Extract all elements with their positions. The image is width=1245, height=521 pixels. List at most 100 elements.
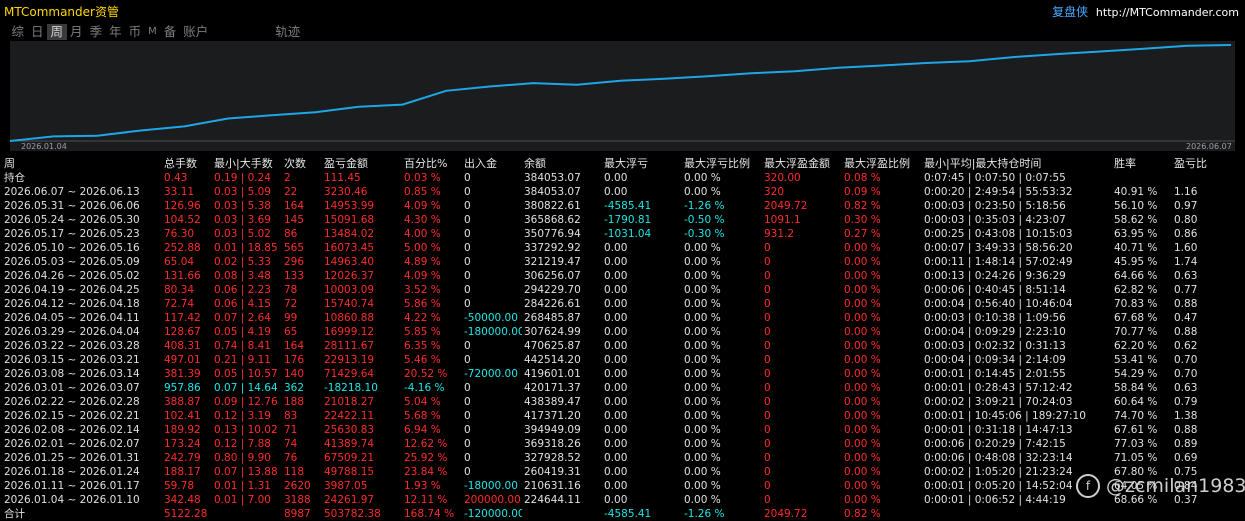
table-cell: 83 (284, 410, 298, 422)
column-header[interactable]: 胜率 (1114, 157, 1172, 171)
table-cell: 306256.07 (524, 270, 581, 282)
table-cell: 0.09 | 12.76 (214, 396, 278, 408)
table-cell: 5.68 % (404, 410, 441, 422)
table-cell: -4.16 % (404, 382, 445, 394)
tab-6[interactable]: 币 (125, 24, 145, 40)
table-row[interactable]: 持仓 0.43 0.19 | 0.24 2 111.45 0.03 % 0 384053.07… (0, 171, 1245, 185)
column-header[interactable]: 盈亏金额 (324, 157, 402, 171)
table-cell: 0.69 (1174, 452, 1198, 464)
table-row[interactable]: 2026.01.11 ~ 2026.01.17 59.78 0.01 | 1.31 2… (0, 479, 1245, 493)
column-header[interactable]: 出入金 (464, 157, 522, 171)
table-cell: 0.05 | 10.57 (214, 368, 278, 380)
table-cell: 164 (284, 340, 305, 352)
table-cell: 0:00:01 | 0:28:43 | 57:12:42 (924, 382, 1073, 394)
table-cell: 0.47 (1174, 312, 1198, 324)
table-row[interactable]: 2026.04.05 ~ 2026.04.11 117.42 0.07 | 2.64… (0, 311, 1245, 325)
table-row[interactable]: 2026.02.22 ~ 2026.02.28 388.87 0.09 | 12.7… (0, 395, 1245, 409)
table-row[interactable]: 2026.04.19 ~ 2026.04.25 80.34 0.06 | 2.23 7… (0, 283, 1245, 297)
column-header[interactable]: 最大浮亏比例 (684, 157, 762, 171)
table-cell: 0:00:02 | 3:09:21 | 70:24:03 (924, 396, 1073, 408)
table-cell: 188 (284, 396, 305, 408)
brand-url-link[interactable]: http://MTCommander.com (1096, 6, 1239, 19)
table-row[interactable]: 2026.02.15 ~ 2026.02.21 102.41 0.12 | 3.19… (0, 409, 1245, 423)
tab-1[interactable]: 日 (28, 24, 48, 40)
table-cell: 2026.04.19 ~ 2026.04.25 (4, 284, 140, 296)
table-cell: 0.00 % (684, 354, 721, 366)
tab-10[interactable]: 轨迹 (272, 24, 304, 40)
brand-name[interactable]: 复盘侠 (1052, 5, 1088, 19)
tab-3[interactable]: 月 (67, 24, 87, 40)
table-cell: 173.24 (164, 438, 201, 450)
table-cell: 0.00 % (844, 326, 881, 338)
table-cell: -1.26 % (684, 200, 725, 212)
table-cell: 117.42 (164, 312, 201, 324)
table-cell: -1.26 % (684, 508, 725, 520)
tab-4[interactable]: 季 (86, 24, 106, 40)
table-row[interactable]: 2026.05.10 ~ 2026.05.16 252.88 0.01 | 18.8… (0, 241, 1245, 255)
column-header[interactable]: 总手数 (164, 157, 210, 171)
table-row[interactable]: 2026.06.07 ~ 2026.06.13 33.11 0.03 | 5.09 2… (0, 185, 1245, 199)
table-cell: 23.84 % (404, 466, 448, 478)
column-header[interactable]: 最大浮盈比例 (844, 157, 922, 171)
column-header[interactable]: 最大浮亏 (604, 157, 682, 171)
table-cell: 0:00:04 | 0:09:29 | 2:23:10 (924, 326, 1066, 338)
column-header[interactable]: 周 (4, 157, 159, 171)
tab-0[interactable]: 综 (8, 24, 28, 40)
column-header[interactable]: 最小|大手数 (214, 157, 280, 171)
table-row[interactable]: 2026.01.04 ~ 2026.01.10 342.48 0.01 | 7.00… (0, 493, 1245, 507)
table-cell: 0 (464, 298, 471, 310)
table-row[interactable]: 2026.02.08 ~ 2026.02.14 189.92 0.13 | 10.0… (0, 423, 1245, 437)
table-row[interactable]: 2026.02.01 ~ 2026.02.07 173.24 0.12 | 7.88… (0, 437, 1245, 451)
table-cell: 25.92 % (404, 452, 448, 464)
table-cell: 320 (764, 186, 785, 198)
column-header[interactable]: 最小|平均|最大持仓时间 (924, 157, 1112, 171)
column-header[interactable]: 余额 (524, 157, 602, 171)
tab-8[interactable]: 备 (160, 24, 180, 40)
column-header[interactable]: 盈亏比 (1174, 157, 1234, 171)
table-row[interactable]: 2026.01.25 ~ 2026.01.31 242.79 0.80 | 9.90… (0, 451, 1245, 465)
tab-5[interactable]: 年 (106, 24, 126, 40)
table-row[interactable]: 2026.05.24 ~ 2026.05.30 104.52 0.03 | 3.69… (0, 213, 1245, 227)
column-header[interactable]: 百分比% (404, 157, 462, 171)
facebook-style-icon: f (1076, 474, 1100, 498)
table-cell: 0.00 % (844, 494, 881, 506)
table-cell: 71 (284, 424, 298, 436)
table-cell: 0.62 (1174, 340, 1198, 352)
table-cell: 0 (464, 270, 471, 282)
table-row[interactable]: 2026.03.22 ~ 2026.03.28 408.31 0.74 | 8.41… (0, 339, 1245, 353)
title-bar: MTCommander资管 复盘侠 http://MTCommander.com (0, 0, 1245, 20)
table-cell: 0 (764, 354, 771, 366)
table-row[interactable]: 2026.03.08 ~ 2026.03.14 381.39 0.05 | 10.5… (0, 367, 1245, 381)
table-row[interactable]: 2026.03.29 ~ 2026.04.04 128.67 0.05 | 4.19… (0, 325, 1245, 339)
total-row[interactable]: 合计 5122.28 8987 503782.38 168.74 % -120000.00… (0, 507, 1245, 521)
table-row[interactable]: 2026.05.31 ~ 2026.06.06 126.96 0.03 | 5.38… (0, 199, 1245, 213)
table-row[interactable]: 2026.05.17 ~ 2026.05.23 76.30 0.03 | 5.02 8… (0, 227, 1245, 241)
column-header[interactable]: 次数 (284, 157, 320, 171)
table-cell: 0 (464, 172, 471, 184)
table-cell: 74.70 % (1114, 410, 1158, 422)
tab-7[interactable]: M (145, 24, 161, 40)
table-cell: 369318.26 (524, 438, 581, 450)
table-row[interactable]: 2026.03.01 ~ 2026.03.07 957.86 0.07 | 14.6… (0, 381, 1245, 395)
table-cell: 321219.47 (524, 256, 581, 268)
table-cell: 0:00:06 | 0:48:08 | 32:23:14 (924, 452, 1073, 464)
table-cell: 0:00:04 | 0:56:40 | 10:46:04 (924, 298, 1073, 310)
table-cell: 0.74 | 8.41 (214, 340, 271, 352)
tab-9[interactable]: 账户 (180, 24, 212, 40)
table-cell: 4.09 % (404, 200, 441, 212)
table-cell: 12.62 % (404, 438, 448, 450)
table-row[interactable]: 2026.05.03 ~ 2026.05.09 65.04 0.02 | 5.33 2… (0, 255, 1245, 269)
table-row[interactable]: 2026.04.12 ~ 2026.04.18 72.74 0.06 | 4.15 7… (0, 297, 1245, 311)
column-header[interactable]: 最大浮盈金额 (764, 157, 842, 171)
table-row[interactable]: 2026.04.26 ~ 2026.05.02 131.66 0.08 | 3.48… (0, 269, 1245, 283)
table-cell: 131.66 (164, 270, 201, 282)
table-cell: 381.39 (164, 368, 201, 380)
table-cell: 67.61 % (1114, 424, 1158, 436)
table-row[interactable]: 2026.03.15 ~ 2026.03.21 497.01 0.21 | 9.11… (0, 353, 1245, 367)
table-cell: 0:00:25 | 0:43:08 | 10:15:03 (924, 228, 1073, 240)
table-cell: 0:00:01 | 0:14:45 | 2:01:55 (924, 368, 1066, 380)
tab-2[interactable]: 周 (47, 24, 67, 40)
table-row[interactable]: 2026.01.18 ~ 2026.01.24 188.17 0.07 | 13.8… (0, 465, 1245, 479)
table-cell: 2026.05.10 ~ 2026.05.16 (4, 242, 140, 254)
table-cell: 65 (284, 326, 298, 338)
